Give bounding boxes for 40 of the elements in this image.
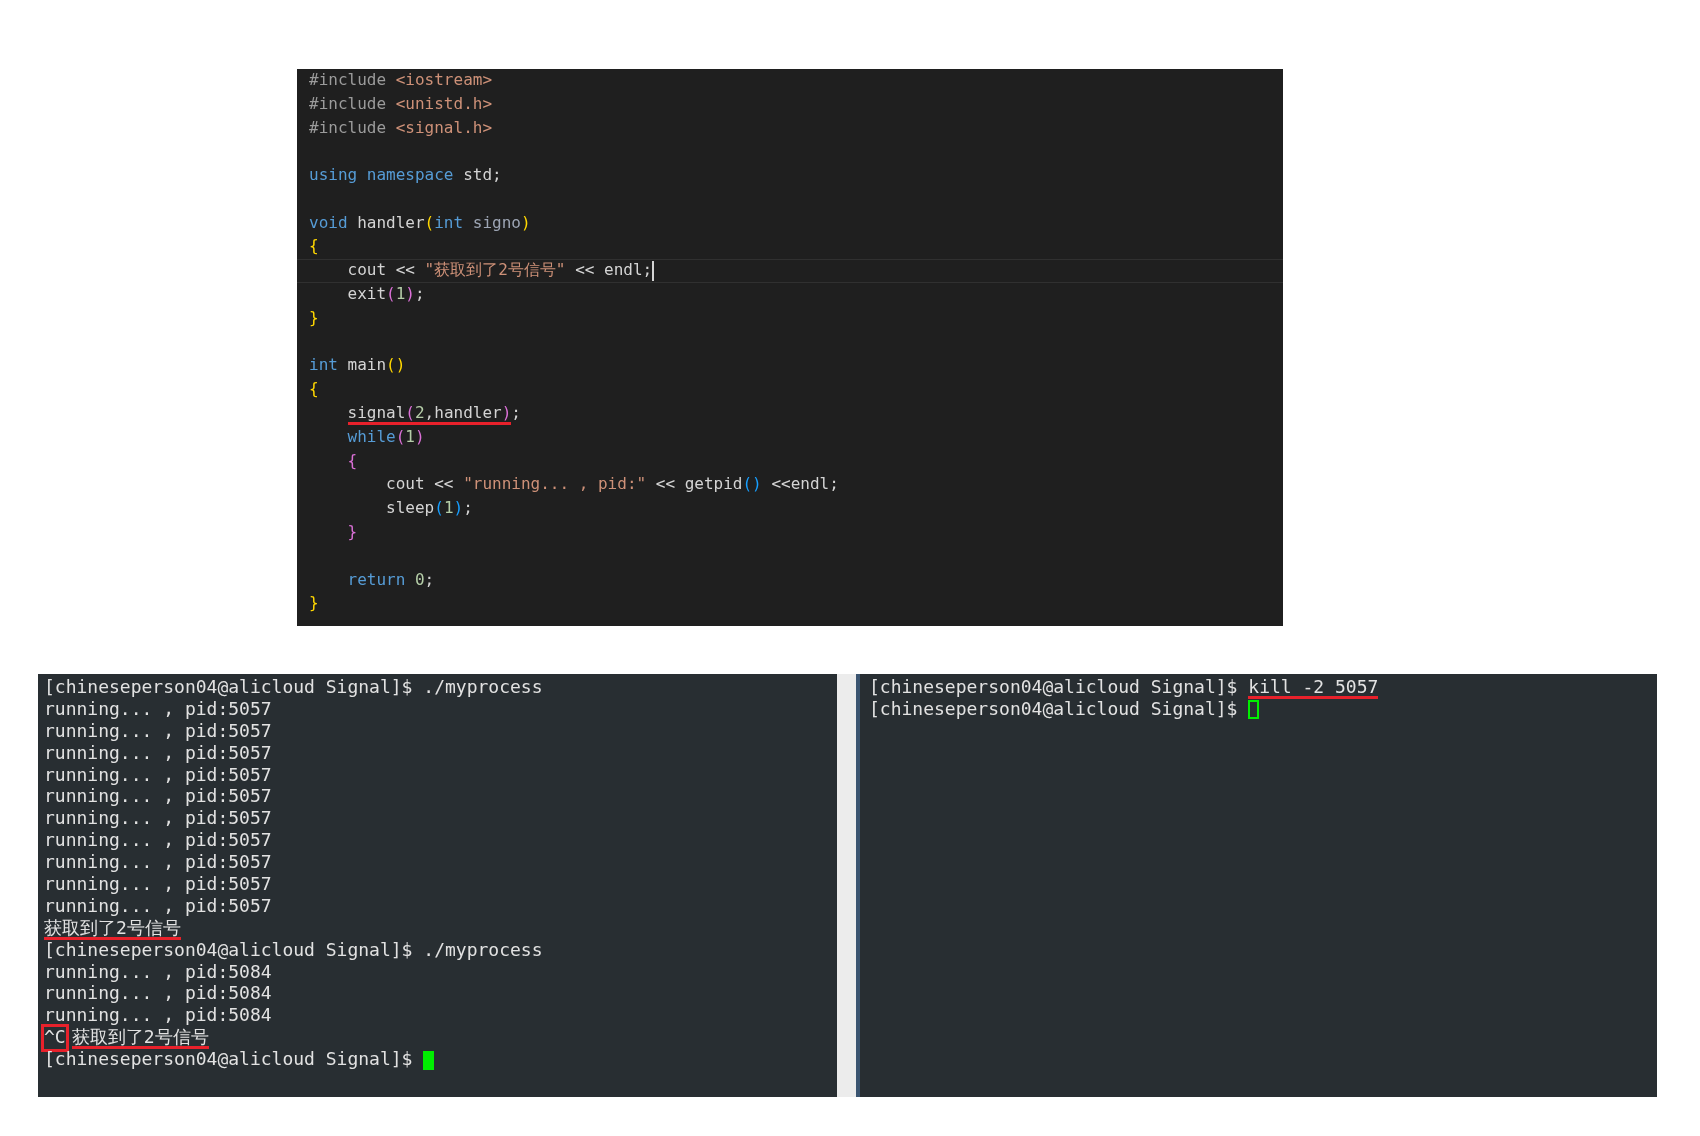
terminal-line: running... , pid:5057	[44, 808, 273, 831]
code-line: exit(1);	[346, 283, 426, 306]
code-line: }	[308, 592, 320, 615]
terminal-line: running... , pid:5084	[44, 961, 273, 984]
terminal-line: [chineseperson04@alicloud Signal]$ kill -2 5057	[869, 677, 1380, 699]
code-line: #include <unistd.h>	[308, 92, 494, 115]
terminal-line: [chineseperson04@alicloud Signal]$ ./myprocess	[44, 677, 544, 699]
terminal-line: ^C 获取到了2号信号	[44, 1027, 831, 1050]
terminal-line: running... , pid:5057	[44, 874, 273, 896]
code-line: cout << "获取到了2号信号" << endl;	[297, 259, 1283, 284]
code-line: sleep(1);	[385, 497, 474, 520]
terminal-line: running... , pid:5057	[44, 742, 273, 765]
code-line: {	[308, 235, 320, 258]
code-line: cout << "running... , pid:" << getpid() <<endl;	[385, 473, 840, 496]
terminal-line: running... , pid:5084	[44, 983, 273, 1006]
terminal-line: running... , pid:5057	[44, 720, 273, 743]
terminal-line: running... , pid:5057	[44, 895, 273, 918]
terminal-line: [chineseperson04@alicloud Signal]$	[44, 1049, 831, 1072]
code-line: }	[346, 521, 359, 544]
code-line: }	[308, 306, 320, 329]
code-line: void handler(int signo)	[308, 211, 532, 234]
code-line: int main()	[308, 354, 407, 377]
terminal-line: 获取到了2号信号	[44, 917, 182, 940]
code-line: #include <signal.h>	[308, 116, 494, 139]
terminal-line: [chineseperson04@alicloud Signal]$ ./myprocess	[44, 939, 544, 962]
code-line: while(1)	[346, 425, 426, 448]
terminal-line: [chineseperson04@alicloud Signal]$	[869, 698, 1651, 721]
terminal-line: running... , pid:5057	[44, 698, 273, 721]
terminal-line: running... , pid:5084	[44, 1005, 273, 1028]
terminal-line: running... , pid:5057	[44, 852, 273, 874]
code-line: signal(2,handler);	[297, 402, 1283, 426]
code-line: {	[346, 449, 359, 472]
text-caret	[652, 261, 655, 282]
code-line: using namespace std;	[308, 164, 503, 187]
code-line: {	[308, 378, 320, 401]
terminal-line: running... , pid:5057	[44, 786, 273, 809]
terminal-line: running... , pid:5057	[44, 830, 273, 853]
code-line: #include <iostream>	[308, 69, 494, 91]
terminal-line: running... , pid:5057	[44, 764, 273, 787]
code-line: return 0;	[346, 568, 436, 591]
